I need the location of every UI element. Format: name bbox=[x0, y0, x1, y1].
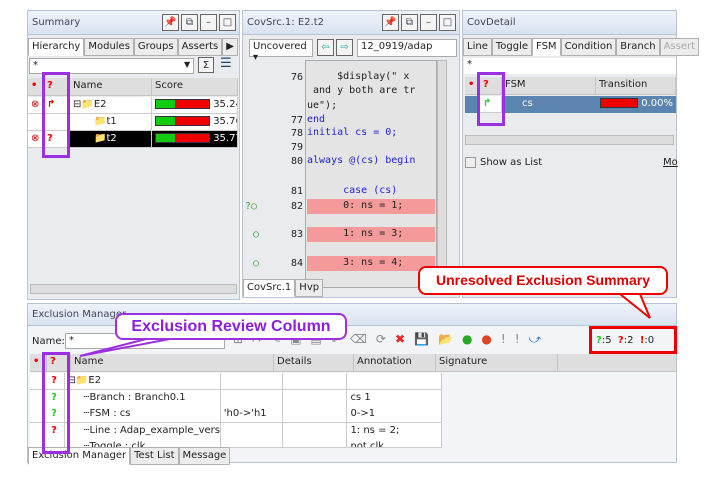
unresolved-summary-highlight bbox=[589, 326, 677, 354]
exclusion-review-column-callout: Exclusion Review Column bbox=[115, 313, 347, 340]
unresolved-summary-callout: Unresolved Exclusion Summary bbox=[418, 266, 668, 295]
callout-pointers bbox=[79, 293, 651, 357]
